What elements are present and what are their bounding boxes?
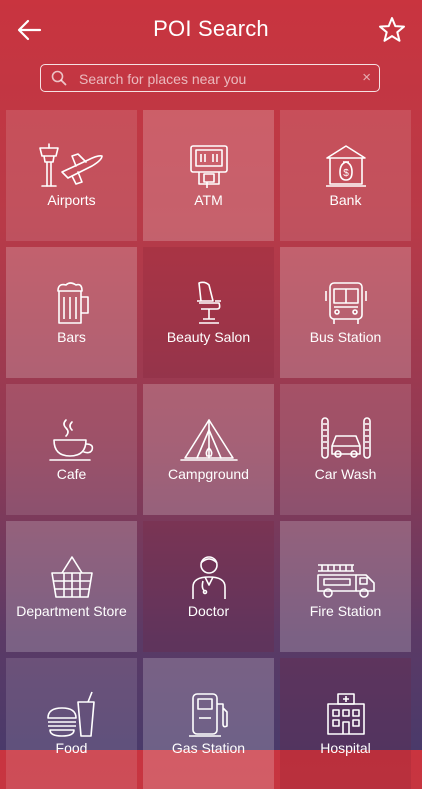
category-label: Bus Station [309, 329, 382, 345]
hospital-building-icon [326, 693, 365, 735]
category-label: Beauty Salon [166, 329, 251, 345]
category-label: ATM [194, 192, 223, 208]
airport-icon [38, 143, 103, 187]
category-tile-hospital[interactable]: Hospital [280, 658, 411, 789]
page-title: POI Search [153, 16, 269, 41]
star-icon [379, 17, 405, 42]
salon-chair-icon [196, 281, 221, 324]
car-wash-icon [320, 417, 371, 459]
atm-icon [189, 145, 228, 188]
category-label: Department Store [16, 603, 127, 619]
category-label: Fire Station [309, 603, 382, 619]
clear-search-button[interactable]: × [362, 69, 371, 87]
coffee-cup-icon [48, 419, 93, 461]
gas-pump-icon [188, 693, 228, 737]
category-tile-atm[interactable]: ATM [143, 110, 274, 241]
category-tile-fire-station[interactable]: Fire Station [280, 521, 411, 652]
beer-mug-icon [56, 282, 89, 324]
category-label: Bars [57, 329, 86, 345]
search-box[interactable]: × [40, 64, 380, 92]
tent-icon [179, 419, 238, 461]
category-label: Car Wash [314, 466, 377, 482]
search-input[interactable] [77, 65, 361, 92]
category-tile-car-wash[interactable]: Car Wash [280, 384, 411, 515]
category-tile-bus-station[interactable]: Bus Station [280, 247, 411, 378]
category-label: Hospital [320, 740, 371, 756]
category-tile-beauty-salon[interactable]: Beauty Salon [143, 247, 274, 378]
category-label: Doctor [187, 603, 230, 619]
category-tile-airports[interactable]: Airports [6, 110, 137, 241]
svg-text:$: $ [343, 168, 349, 179]
category-label: Food [55, 740, 88, 756]
favorite-button[interactable] [376, 14, 408, 46]
category-label: Cafe [56, 466, 87, 482]
category-tile-doctor[interactable]: Doctor [143, 521, 274, 652]
fire-truck-icon [316, 564, 375, 598]
category-tile-department-store[interactable]: Department Store [6, 521, 137, 652]
category-tile-cafe[interactable]: Cafe [6, 384, 137, 515]
doctor-icon [191, 556, 226, 599]
category-tile-food[interactable]: Food [6, 658, 137, 789]
category-label: Airports [47, 192, 96, 208]
category-label: Bank [329, 192, 362, 208]
category-tile-bars[interactable]: Bars [6, 247, 137, 378]
app-header: POI Search [0, 0, 422, 60]
bank-icon: $ [325, 145, 366, 187]
basket-icon [50, 556, 93, 598]
search-icon [51, 70, 67, 86]
category-tile-campground[interactable]: Campground [143, 384, 274, 515]
category-tile-gas-station[interactable]: Gas Station [143, 658, 274, 789]
burger-drink-icon [46, 691, 95, 737]
category-label: Gas Station [171, 740, 246, 756]
category-label: Campground [168, 466, 249, 482]
bus-icon [324, 282, 367, 324]
category-tile-bank[interactable]: $ Bank [280, 110, 411, 241]
